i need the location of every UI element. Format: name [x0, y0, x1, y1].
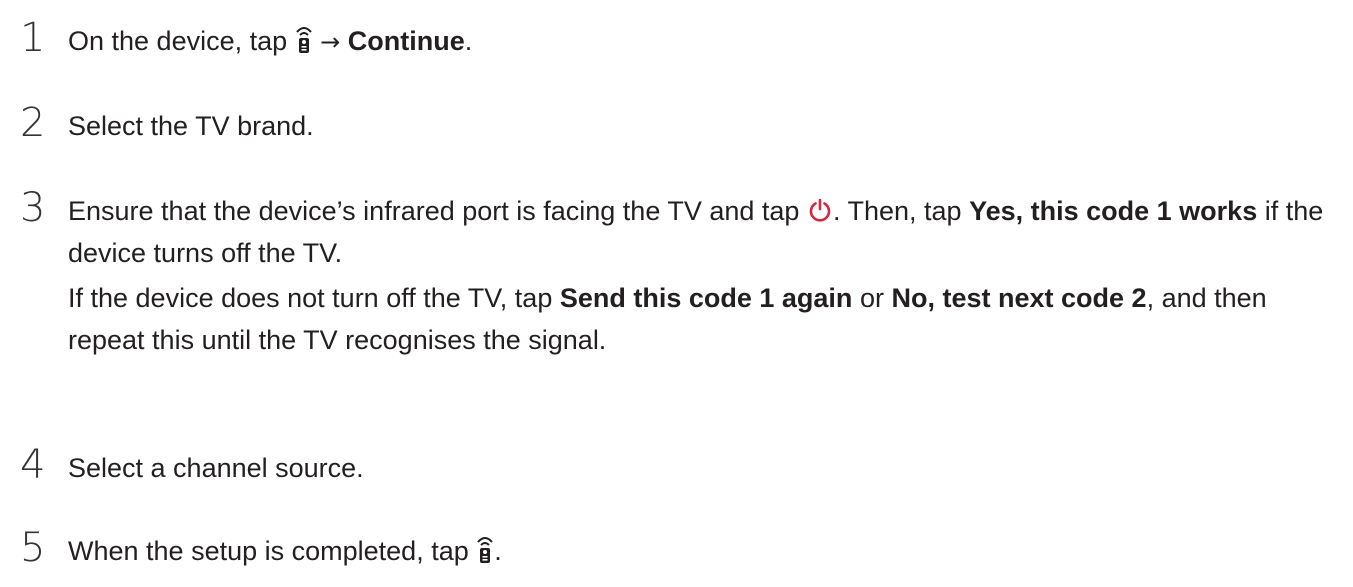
yes-code-works-label: Yes, this code 1 works: [969, 196, 1258, 226]
step-text-part: Select a channel source.: [68, 453, 364, 483]
test-next-code-label: No, test next code 2: [891, 283, 1147, 313]
step-number: 5: [20, 525, 46, 571]
step-text-part: Ensure that the device’s infrared port i…: [68, 196, 800, 226]
send-code-again-label: Send this code 1 again: [559, 283, 853, 313]
step-number: 2: [20, 100, 46, 146]
step-text: When the setup is completed, tap .: [68, 530, 1343, 572]
step-text-secondary: If the device does not turn off the TV, …: [68, 277, 1343, 361]
step-text-part: Select the TV brand.: [68, 111, 314, 141]
step-text: Select a channel source.: [68, 447, 1343, 489]
step-text: On the device, tap → Continue.: [68, 20, 1343, 63]
step-number: 1: [20, 15, 46, 61]
step-text: Select the TV brand.: [68, 105, 1343, 147]
step-text-part: . Then, tap: [832, 196, 962, 226]
step-number: 3: [20, 185, 46, 231]
continue-label: Continue: [347, 26, 465, 56]
step-text-part: If the device does not turn off the TV, …: [68, 283, 553, 313]
step-text-part: or: [859, 283, 884, 313]
step-text-part: .: [494, 536, 502, 566]
step-text: Ensure that the device’s infrared port i…: [68, 190, 1343, 274]
remote-wifi-icon: [295, 26, 312, 53]
step-text-part: On the device, tap: [68, 26, 288, 56]
remote-wifi-icon: [477, 536, 494, 563]
step-text-part: When the setup is completed, tap: [68, 536, 469, 566]
step-number: 4: [20, 442, 46, 488]
arrow-glyph: →: [320, 28, 341, 56]
step-text-part: .: [464, 26, 473, 56]
power-icon: [809, 198, 831, 222]
